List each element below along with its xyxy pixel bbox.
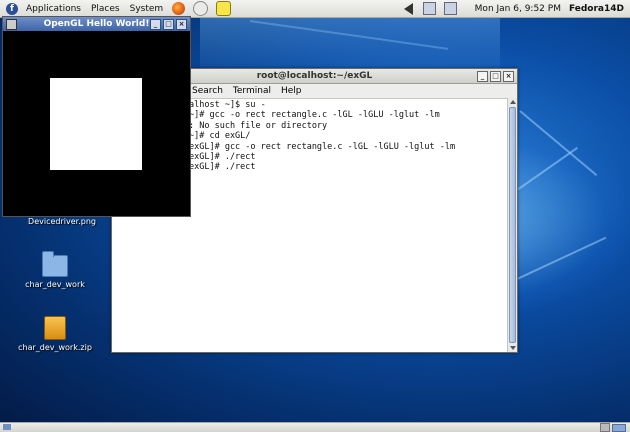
- terminal-scrollbar[interactable]: [507, 98, 517, 352]
- desktop-icon-char-dev-work-zip[interactable]: char_dev_work.zip: [10, 316, 100, 352]
- opengl-window[interactable]: OpenGL Hello World! _ □ ×: [2, 16, 191, 217]
- scroll-down-icon[interactable]: [510, 346, 516, 350]
- terminal-line: : No such file or directory: [189, 120, 328, 131]
- menu-system[interactable]: System: [125, 4, 169, 14]
- terminal-line: alhost ~]$ su -: [189, 100, 266, 110]
- minimize-button[interactable]: _: [477, 71, 488, 82]
- notes-launcher-icon[interactable]: [216, 1, 232, 16]
- workspace-switcher-icon[interactable]: [612, 424, 626, 432]
- scroll-up-icon[interactable]: [510, 100, 516, 104]
- desktop-icon-label: char_dev_work: [25, 280, 85, 289]
- menu-applications[interactable]: Applications: [21, 4, 86, 14]
- network-icon[interactable]: [422, 2, 436, 15]
- menu-help[interactable]: Help: [281, 86, 302, 96]
- minimize-button[interactable]: _: [150, 19, 161, 30]
- trash-icon[interactable]: [600, 423, 610, 432]
- close-button[interactable]: ×: [176, 19, 187, 30]
- maximize-button[interactable]: □: [490, 71, 501, 82]
- terminal-line: exGL]# ./rect: [189, 162, 256, 173]
- terminal-line: ~]# gcc -o rect rectangle.c -lGL -lGLU -…: [189, 110, 440, 121]
- menu-search[interactable]: Search: [192, 86, 223, 96]
- desktop-icon-char-dev-work[interactable]: char_dev_work: [10, 251, 100, 289]
- window-title: OpenGL Hello World!: [43, 19, 150, 29]
- clock[interactable]: Mon Jan 6, 9:52 PM: [475, 4, 561, 14]
- volume-icon[interactable]: [403, 2, 413, 15]
- window-title: root@localhost:~/exGL: [256, 71, 373, 81]
- rendered-white-rectangle: [50, 78, 142, 170]
- menu-places[interactable]: Places: [86, 4, 125, 14]
- close-button[interactable]: ×: [503, 71, 514, 82]
- maximize-button[interactable]: □: [163, 19, 174, 30]
- folder-icon: [42, 251, 68, 277]
- update-icon[interactable]: [443, 2, 457, 15]
- mail-launcher-icon[interactable]: [193, 1, 209, 16]
- terminal-line: exGL]# ./rect: [189, 152, 256, 163]
- desktop-icon-label: Devicedriver.png: [28, 217, 96, 226]
- fedora-logo-icon[interactable]: f: [6, 2, 18, 15]
- desktop-icon-label: char_dev_work.zip: [18, 343, 92, 352]
- show-desktop-icon[interactable]: [3, 424, 11, 430]
- menu-terminal[interactable]: Terminal: [233, 86, 271, 96]
- bottom-panel: [0, 422, 630, 432]
- terminal-line: exGL]# gcc -o rect rectangle.c -lGL -lGL…: [189, 141, 456, 152]
- scrollbar-thumb[interactable]: [509, 107, 516, 343]
- zip-archive-icon: [44, 316, 66, 340]
- terminal-line: ~]# cd exGL/: [189, 131, 251, 142]
- hostname-label[interactable]: Fedora14D: [569, 4, 624, 14]
- firefox-launcher-icon[interactable]: [172, 2, 186, 15]
- opengl-titlebar[interactable]: OpenGL Hello World! _ □ ×: [3, 17, 190, 31]
- window-menu-icon[interactable]: [6, 19, 17, 30]
